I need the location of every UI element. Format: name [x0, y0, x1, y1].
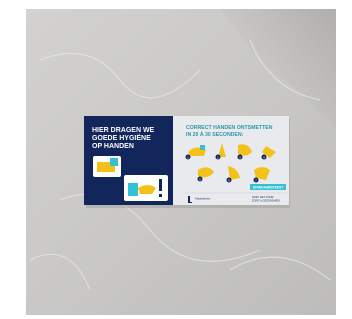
sanitizer-bottle-icon — [128, 183, 138, 196]
footer-right-line-1: DOET HET VOOR — [252, 195, 274, 199]
right-headline-line-1: CORRECT HANDEN ONTSMETTEN — [186, 125, 273, 131]
right-headline-line-2: IN 20 À 30 SECONDEN: — [186, 131, 244, 138]
cta-label: STANDAARDTEKST — [253, 186, 283, 190]
left-headline-line-2: GOEDE HYGIËNE — [92, 134, 151, 142]
left-headline-line-3: OP HANDEN — [92, 143, 134, 150]
hygiene-poster: HIER DRAGEN WE GOEDE HYGIËNE OP HANDEN C… — [84, 116, 289, 205]
photo-scene: HIER DRAGEN WE GOEDE HYGIËNE OP HANDEN C… — [26, 9, 336, 315]
exclamation-icon — [159, 179, 162, 191]
dispenser-icon — [110, 158, 118, 166]
footer-right-line-2: ZORG & GEZONDHEID — [252, 199, 280, 203]
left-headline-line-1: HIER DRAGEN WE — [92, 127, 155, 134]
footer-brand: Vlaanderen — [195, 197, 211, 201]
